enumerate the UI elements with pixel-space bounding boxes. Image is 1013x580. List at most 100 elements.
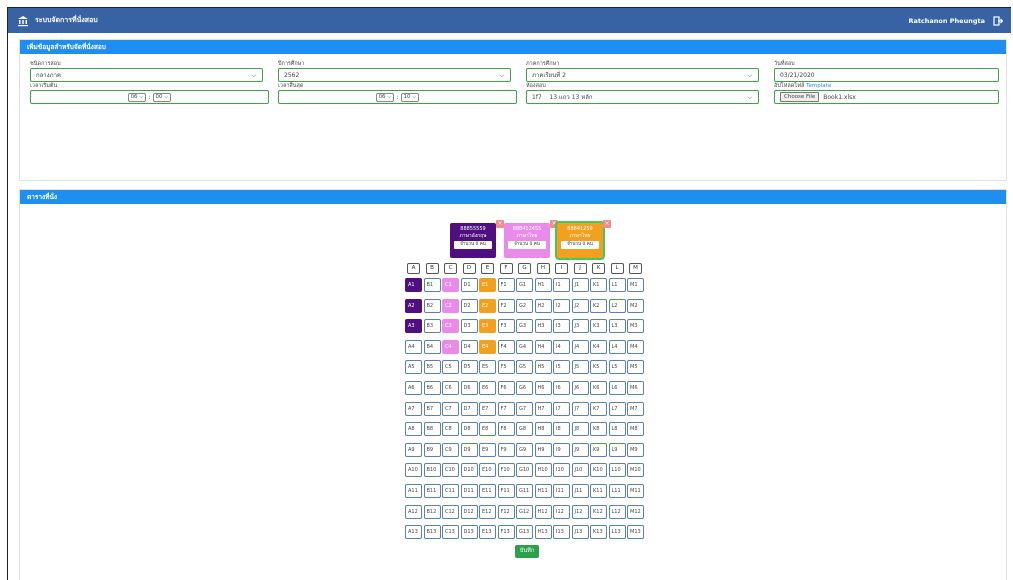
seat-h5[interactable]: H5 [534, 360, 552, 375]
seat-a2[interactable]: A2 [405, 298, 422, 313]
seat-i5[interactable]: I5 [553, 360, 570, 375]
seat-f13[interactable]: F13 [497, 525, 515, 540]
seat-e8[interactable]: E8 [479, 422, 496, 437]
exam-type-select[interactable]: กลางภาค ⌵ [30, 68, 263, 82]
seat-b1[interactable]: B1 [423, 278, 441, 292]
seat-j13[interactable]: J13 [571, 525, 589, 540]
seat-b2[interactable]: B2 [423, 298, 441, 313]
seat-g5[interactable]: G5 [516, 360, 533, 375]
seat-k12[interactable]: K12 [590, 504, 607, 519]
seat-h13[interactable]: H13 [534, 525, 552, 540]
seat-l7[interactable]: L7 [608, 401, 626, 416]
seat-g9[interactable]: G9 [516, 442, 533, 457]
seat-i12[interactable]: I12 [553, 504, 570, 519]
seat-f4[interactable]: F4 [497, 339, 515, 354]
seat-e5[interactable]: E5 [479, 360, 496, 375]
seat-g12[interactable]: G12 [516, 504, 533, 519]
seat-k7[interactable]: K7 [590, 401, 607, 416]
seat-i3[interactable]: I3 [553, 319, 570, 334]
seat-d7[interactable]: D7 [460, 401, 478, 416]
seat-g6[interactable]: G6 [516, 381, 533, 395]
seat-h2[interactable]: H2 [534, 298, 552, 313]
seat-m10[interactable]: M10 [627, 463, 644, 478]
seat-f6[interactable]: F6 [497, 381, 515, 395]
seat-d4[interactable]: D4 [460, 339, 478, 354]
seat-e6[interactable]: E6 [479, 381, 496, 395]
seat-b5[interactable]: B5 [423, 360, 441, 375]
seat-l12[interactable]: L12 [608, 504, 626, 519]
seat-c10[interactable]: C10 [442, 463, 459, 478]
seat-a9[interactable]: A9 [405, 442, 422, 457]
seat-g11[interactable]: G11 [516, 484, 533, 498]
seat-m11[interactable]: M11 [627, 484, 644, 498]
seat-a6[interactable]: A6 [405, 381, 422, 395]
seat-g8[interactable]: G8 [516, 422, 533, 437]
seat-f5[interactable]: F5 [497, 360, 515, 375]
seat-a1[interactable]: A1 [405, 278, 422, 292]
seat-f11[interactable]: F11 [497, 484, 515, 498]
seat-l1[interactable]: L1 [608, 278, 626, 292]
seat-d5[interactable]: D5 [460, 360, 478, 375]
seat-k11[interactable]: K11 [590, 484, 607, 498]
seat-c3[interactable]: C3 [442, 319, 459, 334]
seat-e4[interactable]: E4 [479, 339, 496, 354]
seat-l10[interactable]: L10 [608, 463, 626, 478]
seat-k10[interactable]: K10 [590, 463, 607, 478]
seat-k4[interactable]: K4 [590, 339, 607, 354]
seat-i10[interactable]: I10 [553, 463, 570, 478]
seat-g1[interactable]: G1 [516, 278, 533, 292]
semester-select[interactable]: ภาคเรียนที่ 2 ⌵ [526, 68, 759, 82]
seat-m6[interactable]: M6 [627, 381, 644, 395]
seat-e2[interactable]: E2 [479, 298, 496, 313]
seat-b8[interactable]: B8 [423, 422, 441, 437]
seat-e1[interactable]: E1 [479, 278, 496, 292]
seat-m13[interactable]: M13 [627, 525, 644, 540]
seat-g2[interactable]: G2 [516, 298, 533, 313]
seat-l4[interactable]: L4 [608, 339, 626, 354]
seat-g3[interactable]: G3 [516, 319, 533, 334]
seat-d9[interactable]: D9 [460, 442, 478, 457]
seat-b9[interactable]: B9 [423, 442, 441, 457]
seat-b4[interactable]: B4 [423, 339, 441, 354]
seat-a4[interactable]: A4 [405, 339, 422, 354]
seat-i13[interactable]: I13 [553, 525, 570, 540]
seat-m3[interactable]: M3 [627, 319, 644, 334]
seat-a7[interactable]: A7 [405, 401, 422, 416]
seat-c5[interactable]: C5 [442, 360, 459, 375]
seat-i7[interactable]: I7 [553, 401, 570, 416]
exam-date-input[interactable]: 03/21/2020 [774, 68, 999, 82]
seat-d10[interactable]: D10 [460, 463, 478, 478]
seat-h6[interactable]: H6 [534, 381, 552, 395]
seat-i2[interactable]: I2 [553, 298, 570, 313]
seat-f10[interactable]: F10 [497, 463, 515, 478]
seat-f1[interactable]: F1 [497, 278, 515, 292]
seat-l6[interactable]: L6 [608, 381, 626, 395]
seat-b7[interactable]: B7 [423, 401, 441, 416]
seat-i1[interactable]: I1 [553, 278, 570, 292]
seat-h4[interactable]: H4 [534, 339, 552, 354]
seat-k5[interactable]: K5 [590, 360, 607, 375]
seat-e10[interactable]: E10 [479, 463, 496, 478]
seat-k9[interactable]: K9 [590, 442, 607, 457]
seat-a8[interactable]: A8 [405, 422, 422, 437]
subject-card[interactable]: 88841245S ภาษาไทย จำนวน 0 คน × [504, 220, 558, 258]
save-button[interactable]: บันทึก [515, 545, 539, 558]
exam-room-select[interactable]: 1f7 13 แถว 13 หลัก ⌵ [526, 90, 759, 104]
seat-j11[interactable]: J11 [571, 484, 589, 498]
seat-c9[interactable]: C9 [442, 442, 459, 457]
seat-a3[interactable]: A3 [405, 319, 422, 334]
seat-h8[interactable]: H8 [534, 422, 552, 437]
seat-l11[interactable]: L11 [608, 484, 626, 498]
seat-k2[interactable]: K2 [590, 298, 607, 313]
seat-b13[interactable]: B13 [423, 525, 441, 540]
seat-m5[interactable]: M5 [627, 360, 644, 375]
seat-k8[interactable]: K8 [590, 422, 607, 437]
seat-d13[interactable]: D13 [460, 525, 478, 540]
seat-j12[interactable]: J12 [571, 504, 589, 519]
seat-c12[interactable]: C12 [442, 504, 459, 519]
seat-m9[interactable]: M9 [627, 442, 644, 457]
seat-m8[interactable]: M8 [627, 422, 644, 437]
seat-j9[interactable]: J9 [571, 442, 589, 457]
seat-d8[interactable]: D8 [460, 422, 478, 437]
seat-k3[interactable]: K3 [590, 319, 607, 334]
